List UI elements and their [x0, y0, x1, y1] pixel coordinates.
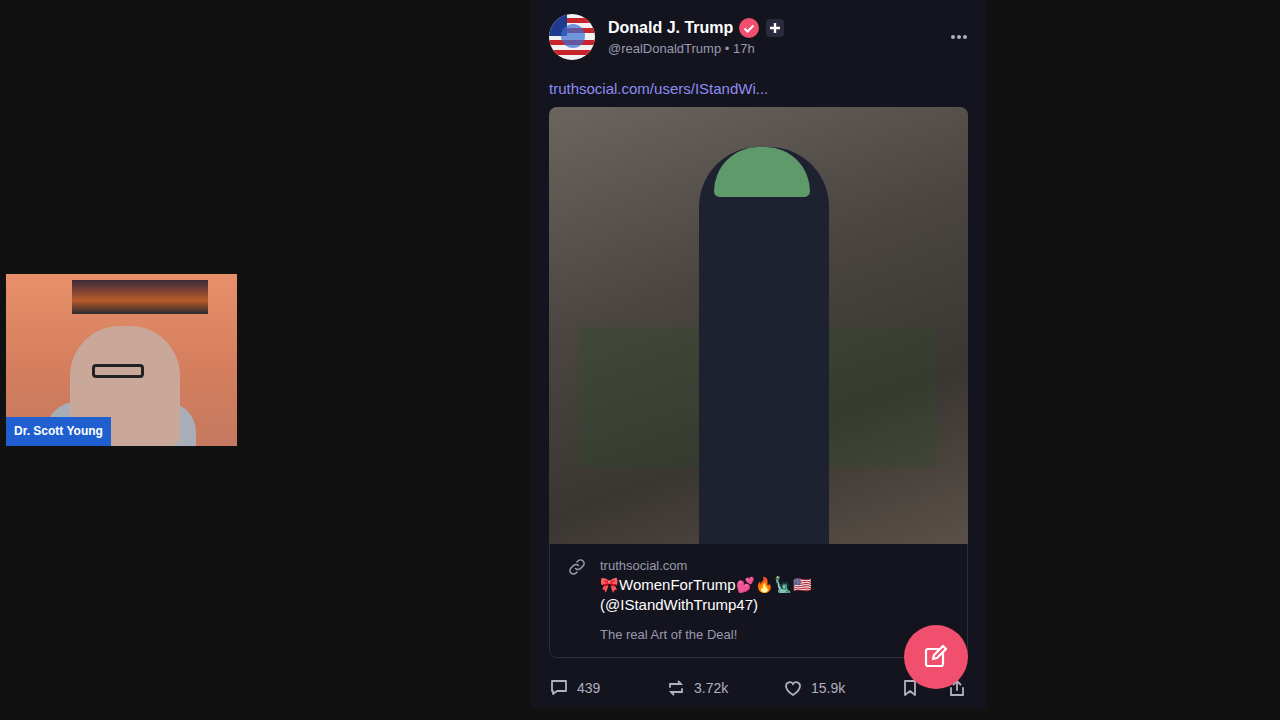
compose-icon	[922, 643, 950, 671]
author-info: Donald J. Trump @realDonaldTrump • 17h	[608, 18, 937, 56]
reply-count: 439	[577, 680, 600, 696]
avatar-icon[interactable]	[549, 14, 595, 60]
presenter-label: Dr. Scott Young	[6, 417, 111, 446]
post-card: Donald J. Trump @realDonaldTrump • 17h tru…	[531, 0, 986, 708]
repost-icon	[666, 678, 686, 698]
like-button[interactable]: 15.9k	[783, 678, 902, 698]
action-bar: 439 3.72k 15.9k	[549, 678, 968, 698]
card-domain: truthsocial.com	[600, 558, 953, 573]
like-count: 15.9k	[811, 680, 845, 696]
more-options-icon[interactable]	[950, 34, 968, 40]
card-title: 🎀WomenForTrump💕🔥🗽🇺🇸 (@IStandWithTrump47)	[600, 575, 953, 615]
post-header: Donald J. Trump @realDonaldTrump • 17h	[549, 14, 968, 60]
reply-icon	[549, 678, 569, 698]
card-text: truthsocial.com 🎀WomenForTrump💕🔥🗽🇺🇸 (@ISt…	[600, 558, 953, 645]
plus-badge-icon	[765, 18, 785, 38]
repost-button[interactable]: 3.72k	[666, 678, 783, 698]
author-handle[interactable]: @realDonaldTrump • 17h	[608, 41, 937, 56]
post-image[interactable]	[549, 107, 968, 544]
like-icon	[783, 678, 803, 698]
card-description: The real Art of the Deal!	[600, 627, 953, 642]
link-preview-card[interactable]: truthsocial.com 🎀WomenForTrump💕🔥🗽🇺🇸 (@ISt…	[549, 544, 968, 658]
author-name[interactable]: Donald J. Trump	[608, 19, 733, 37]
reply-button[interactable]: 439	[549, 678, 666, 698]
compose-button[interactable]	[904, 625, 968, 689]
post-link[interactable]: truthsocial.com/users/IStandWi...	[549, 80, 968, 97]
link-icon	[568, 558, 586, 645]
verified-icon	[739, 18, 759, 38]
webcam-video: Dr. Scott Young	[6, 274, 237, 446]
name-row: Donald J. Trump	[608, 18, 937, 38]
repost-count: 3.72k	[694, 680, 728, 696]
